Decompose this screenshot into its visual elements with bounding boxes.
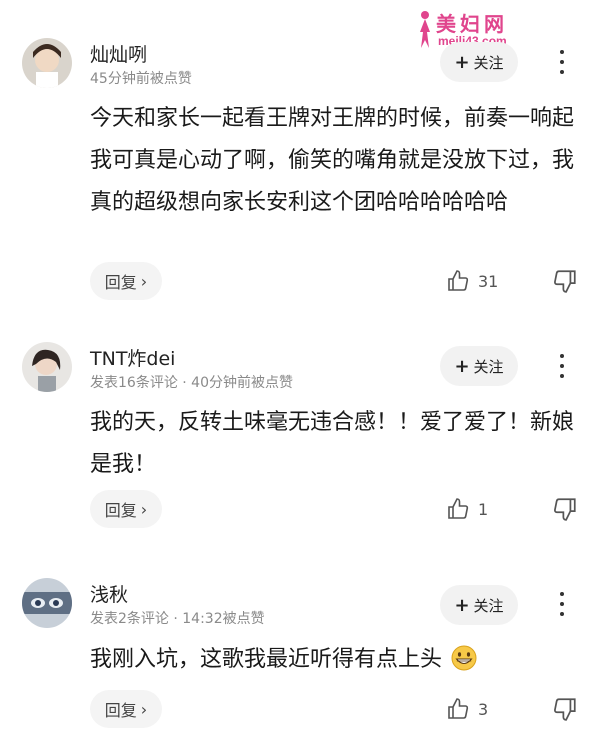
thumbs-down-icon[interactable] <box>552 268 578 294</box>
grinning-emoji-icon <box>451 645 477 671</box>
follow-label: 关注 <box>473 596 504 615</box>
watermark-title: 美妇网 <box>436 12 508 36</box>
comment-meta: 发表2条评论 · 14:32被点赞 <box>90 611 265 627</box>
chevron-right-icon: › <box>140 699 148 719</box>
like-button[interactable]: 3 <box>446 694 488 724</box>
more-options-icon[interactable] <box>556 590 568 618</box>
thumbs-up-icon <box>448 698 469 719</box>
chevron-right-icon: › <box>140 271 148 291</box>
comment-text: 今天和家长一起看王牌对王牌的时候，前奏一响起我可真是心动了啊，偷笑的嘴角就是没放… <box>90 106 575 215</box>
reply-button[interactable]: 回复 › <box>90 690 162 728</box>
username[interactable]: 浅秋 <box>90 580 128 607</box>
more-options-icon[interactable] <box>556 352 568 380</box>
chevron-right-icon: › <box>140 499 148 519</box>
plus-icon: + <box>454 594 470 616</box>
comment-meta: 45分钟前被点赞 <box>90 71 192 87</box>
plus-icon: + <box>454 355 470 377</box>
more-options-icon[interactable] <box>556 48 568 76</box>
comment-text: 我刚入坑，这歌我最近听得有点上头 <box>90 639 580 681</box>
reply-button[interactable]: 回复 › <box>90 490 162 528</box>
follow-label: 关注 <box>473 53 504 72</box>
like-count: 31 <box>478 271 499 291</box>
like-button[interactable]: 1 <box>446 494 488 524</box>
reply-label: 回复 <box>104 701 137 720</box>
follow-button[interactable]: + 关注 <box>440 585 518 625</box>
reply-label: 回复 <box>104 273 137 292</box>
comment-text: 我的天，反转土味毫无违合感！！爱了爱了！新娘是我！ <box>90 410 575 477</box>
follow-button[interactable]: + 关注 <box>440 346 518 386</box>
avatar[interactable] <box>22 578 72 628</box>
thumbs-down-icon[interactable] <box>552 496 578 522</box>
thumbs-up-icon <box>448 498 469 519</box>
comment-meta: 发表16条评论 · 40分钟前被点赞 <box>90 375 293 391</box>
comment-text-content: 我刚入坑，这歌我最近听得有点上头 <box>90 647 443 672</box>
lady-figure-icon <box>420 11 430 48</box>
like-count: 1 <box>478 499 489 519</box>
thumbs-up-icon <box>448 270 469 291</box>
plus-icon: + <box>454 51 470 73</box>
username[interactable]: TNT炸dei <box>90 344 175 371</box>
follow-label: 关注 <box>473 357 504 376</box>
username[interactable]: 灿灿咧 <box>90 40 147 67</box>
thumbs-down-icon[interactable] <box>552 696 578 722</box>
reply-button[interactable]: 回复 › <box>90 262 162 300</box>
avatar[interactable] <box>22 342 72 392</box>
reply-label: 回复 <box>104 501 137 520</box>
follow-button[interactable]: + 关注 <box>440 42 518 82</box>
like-count: 3 <box>478 699 489 719</box>
like-button[interactable]: 31 <box>446 266 498 296</box>
avatar[interactable] <box>22 38 72 88</box>
